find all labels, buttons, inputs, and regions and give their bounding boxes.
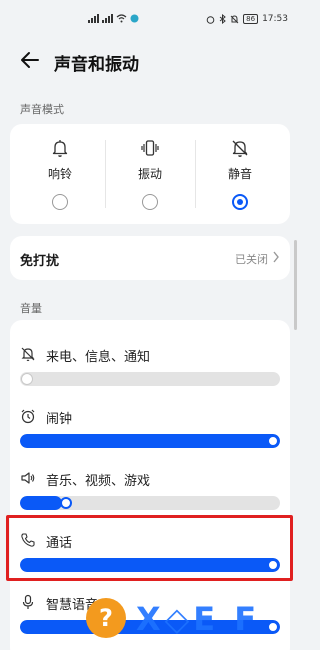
sound-mode-card: 响铃 振动 静音 — [10, 124, 290, 224]
alarm-clock-icon — [21, 409, 35, 424]
scrollbar[interactable] — [294, 240, 297, 330]
volume-slider-fill — [20, 434, 280, 448]
volume-row-label: 来电、信息、通知 — [46, 350, 151, 365]
sound-mode-vibrate[interactable]: 振动 — [104, 138, 196, 218]
chevron-right-icon — [273, 251, 279, 263]
silent-status-icon — [230, 14, 239, 23]
volume-row-ringtone: 来电、信息、通知 — [10, 342, 290, 402]
sound-mode-ring[interactable]: 响铃 — [14, 138, 106, 218]
volume-slider-thumb[interactable] — [21, 373, 33, 385]
sound-mode-section-label: 声音模式 — [20, 103, 64, 116]
battery-icon: 86 — [243, 14, 259, 24]
app-notification-icon — [130, 14, 139, 23]
volume-row-label: 闹钟 — [46, 412, 73, 427]
status-bar: 86 17:53 — [0, 0, 300, 38]
status-right-icons: 86 17:53 — [206, 14, 288, 24]
microphone-icon — [22, 594, 34, 609]
header: 声音和振动 — [0, 40, 300, 80]
do-not-disturb-row[interactable]: 免打扰 已关闭 — [10, 236, 290, 280]
back-arrow-icon[interactable] — [18, 48, 42, 72]
sound-mode-vibrate-label: 振动 — [137, 167, 162, 181]
vibrate-icon — [141, 140, 159, 156]
do-not-disturb-status: 已关闭 — [235, 253, 268, 266]
volume-slider-thumb[interactable] — [267, 435, 279, 447]
volume-section-label: 音量 — [20, 302, 42, 315]
status-left-icons — [88, 14, 139, 23]
sound-mode-silent[interactable]: 静音 — [194, 138, 286, 218]
sound-mode-silent-label: 静音 — [227, 167, 252, 181]
watermark-text: X◇E F — [136, 600, 261, 638]
do-not-disturb-label: 免打扰 — [20, 254, 60, 269]
sound-mode-ring-radio[interactable] — [52, 194, 68, 210]
bell-off-icon — [232, 140, 248, 157]
sound-mode-vibrate-radio[interactable] — [142, 194, 158, 210]
volume-slider-track[interactable] — [20, 372, 280, 386]
signal-icon — [102, 14, 113, 23]
alarm-status-icon — [206, 15, 215, 24]
highlight-annotation-box — [6, 515, 293, 581]
watermark: ? X◇E F — [86, 596, 320, 644]
bell-icon — [52, 140, 68, 157]
clock: 17:53 — [262, 14, 288, 24]
volume-row-label: 音乐、视频、游戏 — [46, 474, 151, 489]
page-title: 声音和振动 — [54, 55, 139, 75]
sound-mode-ring-label: 响铃 — [47, 167, 72, 181]
sound-mode-silent-radio[interactable] — [232, 194, 248, 210]
bluetooth-icon — [219, 14, 226, 24]
volume-slider-track[interactable] — [20, 434, 280, 448]
volume-slider-track[interactable] — [20, 496, 280, 510]
watermark-badge-icon: ? — [86, 598, 126, 638]
speaker-icon — [21, 472, 35, 484]
volume-slider-fill — [20, 496, 62, 510]
bell-off-icon — [21, 347, 35, 362]
signal-icon — [88, 14, 99, 23]
volume-row-alarm: 闹钟 — [10, 404, 290, 464]
wifi-icon — [116, 14, 127, 23]
